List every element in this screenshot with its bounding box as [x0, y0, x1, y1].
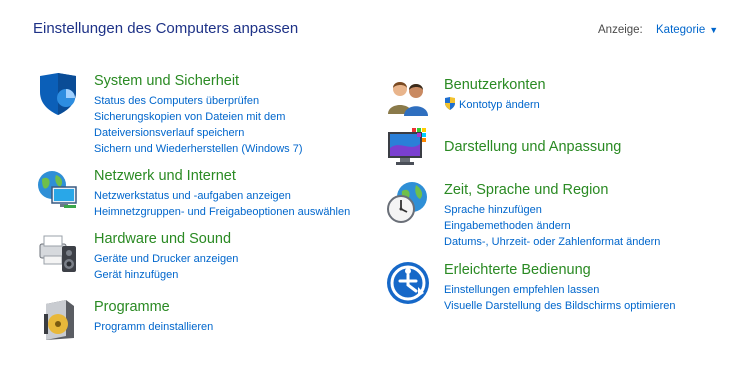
category-title-programs[interactable]: Programme: [94, 298, 213, 316]
category-title-appearance[interactable]: Darstellung und Anpassung: [444, 138, 621, 156]
category-title-hardware-sound[interactable]: Hardware und Sound: [94, 230, 238, 248]
link-add-language[interactable]: Sprache hinzufügen: [444, 202, 660, 218]
link-change-account-type[interactable]: Kontotyp ändern: [444, 97, 546, 113]
category-title-user-accounts[interactable]: Benutzerkonten: [444, 76, 546, 94]
category-title-system-security[interactable]: System und Sicherheit: [94, 72, 324, 90]
page-title: Einstellungen des Computers anpassen: [33, 20, 299, 37]
link-network-status[interactable]: Netzwerkstatus und -aufgaben anzeigen: [94, 188, 350, 204]
link-file-history[interactable]: Sicherungskopien von Dateien mit dem Dat…: [94, 109, 324, 141]
uac-shield-icon: [445, 97, 455, 110]
link-uninstall-program[interactable]: Programm deinstallieren: [94, 319, 213, 335]
printer-speaker-icon: [39, 235, 76, 272]
link-add-device[interactable]: Gerät hinzufügen: [94, 267, 238, 283]
network-globe-icon: [38, 171, 77, 208]
category-title-network-internet[interactable]: Netzwerk und Internet: [94, 167, 350, 185]
view-dropdown-value: Kategorie: [656, 24, 706, 36]
chevron-down-icon: ▼: [709, 25, 719, 35]
category-title-time-language-region[interactable]: Zeit, Sprache und Region: [444, 181, 660, 199]
monitor-palette-icon: [388, 128, 426, 165]
programs-disk-icon: [44, 300, 74, 340]
clock-globe-icon: [387, 182, 427, 223]
accessibility-icon: [387, 262, 429, 304]
link-date-time-format[interactable]: Datums-, Uhrzeit- oder Zahlenformat ände…: [444, 234, 660, 250]
link-check-status[interactable]: Status des Computers überprüfen: [94, 93, 324, 109]
link-optimize-display[interactable]: Visuelle Darstellung des Bildschirms opt…: [444, 298, 676, 314]
link-recommend-settings[interactable]: Einstellungen empfehlen lassen: [444, 282, 676, 298]
view-dropdown[interactable]: Kategorie ▼: [656, 24, 718, 36]
link-homegroup-sharing[interactable]: Heimnetzgruppen- und Freigabeoptionen au…: [94, 204, 350, 220]
link-backup-restore[interactable]: Sichern und Wiederherstellen (Windows 7): [94, 141, 324, 157]
security-shield-icon: [40, 73, 76, 115]
category-title-ease-of-access[interactable]: Erleichterte Bedienung: [444, 261, 676, 279]
view-label: Anzeige:: [598, 24, 643, 36]
users-icon: [388, 82, 428, 116]
link-change-input-methods[interactable]: Eingabemethoden ändern: [444, 218, 660, 234]
link-devices-printers[interactable]: Geräte und Drucker anzeigen: [94, 251, 238, 267]
link-change-account-type-label: Kontotyp ändern: [459, 99, 540, 111]
